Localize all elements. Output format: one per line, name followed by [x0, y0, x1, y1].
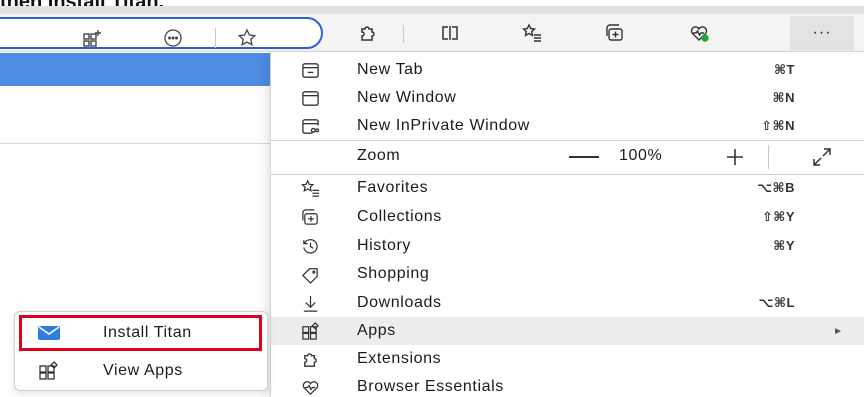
menu-item-downloads[interactable]: Downloads ⌥⌘L: [271, 289, 864, 317]
split-screen-icon[interactable]: [437, 20, 463, 46]
menu-label: History: [357, 237, 411, 254]
menu-shortcut: ⌘N: [772, 90, 795, 105]
apps-icon: [299, 320, 321, 342]
menu-item-history[interactable]: History ⌘Y: [271, 232, 864, 260]
zoom-out-button[interactable]: [569, 156, 599, 158]
shopping-tag-icon: [299, 263, 321, 285]
menu-label: Apps: [357, 322, 396, 339]
menu-item-extensions[interactable]: Extensions: [271, 345, 864, 373]
menu-item-browser-essentials[interactable]: Browser Essentials: [271, 373, 864, 397]
collections-icon[interactable]: [602, 20, 628, 46]
menu-shortcut: ⌘T: [773, 62, 795, 77]
add-tab-icon[interactable]: [79, 25, 105, 51]
window-icon: [299, 87, 321, 109]
zoom-value: 100%: [619, 147, 663, 164]
address-separator: [215, 28, 216, 48]
menu-item-new-tab[interactable]: New Tab ⌘T: [271, 56, 864, 84]
menu-label: Extensions: [357, 350, 442, 367]
menu-item-apps[interactable]: Apps ►: [271, 317, 864, 345]
menu-item-shopping[interactable]: Shopping: [271, 260, 864, 288]
menu-item-collections[interactable]: Collections ⇧⌘Y: [271, 203, 864, 231]
history-icon: [299, 235, 321, 257]
address-bar[interactable]: [0, 17, 323, 49]
puzzle-icon: [299, 348, 321, 370]
submenu-arrow-icon: ►: [833, 325, 843, 337]
settings-menu: New Tab ⌘T New Window ⌘N New InPrivate W…: [270, 52, 864, 397]
inprivate-icon: [299, 115, 321, 137]
menu-label: Browser Essentials: [357, 378, 504, 395]
download-icon: [299, 292, 321, 314]
menu-label: New Tab: [357, 61, 424, 78]
toolbar-separator: [403, 25, 404, 43]
menu-item-favorites[interactable]: Favorites ⌥⌘B: [271, 174, 864, 202]
menu-label: New InPrivate Window: [357, 117, 530, 134]
submenu-item-view-apps[interactable]: View Apps: [15, 353, 267, 389]
page-divider: [0, 143, 270, 144]
menu-shortcut: ⌥⌘B: [757, 180, 795, 195]
install-titan-callout: [19, 315, 262, 351]
emoji-icon[interactable]: [160, 25, 186, 51]
menu-label: Downloads: [357, 294, 442, 311]
heart-pulse-icon: [299, 376, 321, 397]
apps-submenu: Install Titan View Apps: [14, 311, 268, 391]
zoom-label: Zoom: [357, 147, 401, 164]
menu-shortcut: ⇧⌘Y: [761, 209, 795, 224]
page-selected-band: [0, 53, 270, 86]
menu-shortcut: ⇧⌘N: [761, 118, 795, 133]
menu-shortcut: ⌥⌘L: [758, 295, 795, 310]
puzzle-icon[interactable]: [355, 20, 381, 46]
favorites-icon: [299, 177, 321, 199]
settings-more-button[interactable]: ···: [790, 16, 854, 50]
top-strip: [0, 6, 864, 14]
favorites-list-icon[interactable]: [519, 20, 545, 46]
menu-item-new-window[interactable]: New Window ⌘N: [271, 84, 864, 112]
menu-label: New Window: [357, 89, 457, 106]
collections-icon: [299, 206, 321, 228]
browser-toolbar: ···: [0, 14, 864, 52]
menu-shortcut: ⌘Y: [773, 238, 795, 253]
star-icon[interactable]: [234, 25, 260, 51]
menu-label: Collections: [357, 208, 442, 225]
heart-pulse-icon[interactable]: [686, 20, 712, 46]
submenu-label: View Apps: [103, 362, 183, 379]
menu-label: Shopping: [357, 265, 430, 282]
fullscreen-icon[interactable]: [811, 146, 833, 168]
zoom-in-button[interactable]: [723, 145, 747, 169]
zoom-row: Zoom 100%: [271, 140, 864, 174]
new-tab-icon: [299, 59, 321, 81]
apps-icon: [37, 361, 61, 381]
zoom-separator: [768, 145, 769, 169]
menu-label: Favorites: [357, 179, 429, 196]
menu-item-new-inprivate[interactable]: New InPrivate Window ⇧⌘N: [271, 112, 864, 140]
